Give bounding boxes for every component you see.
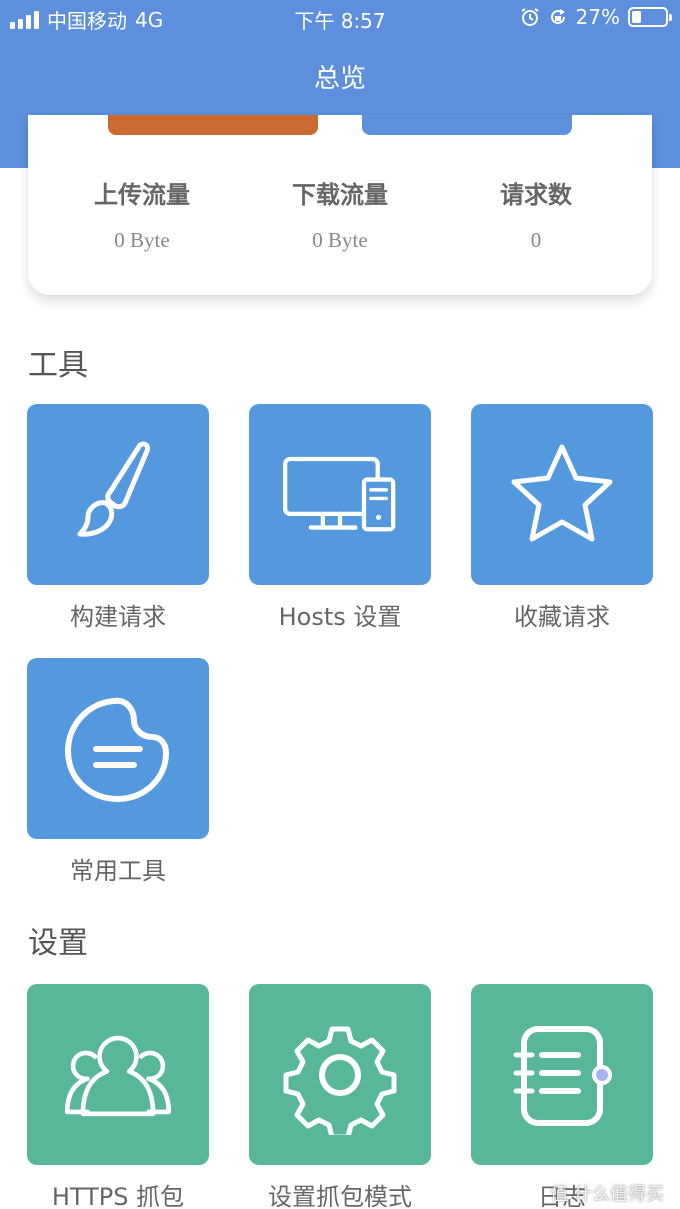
stat-download: 下载流量 0 Byte (236, 175, 444, 253)
tile-capture-mode[interactable]: 设置抓包模式 (249, 984, 431, 1209)
tile-common-tools[interactable]: 常用工具 (27, 658, 209, 886)
section-title-settings: 设置 (28, 926, 88, 961)
section-title-tools: 工具 (28, 348, 88, 383)
alarm-icon (520, 8, 539, 26)
desktop-computer-icon (283, 456, 396, 531)
chart-tab-upload[interactable] (108, 115, 318, 135)
stat-value: 0 Byte (114, 228, 170, 252)
tile-button[interactable] (27, 984, 209, 1165)
star-icon (511, 444, 613, 541)
tile-label: HTTPS 抓包 (51, 1183, 185, 1209)
tile-favorite-requests[interactable]: 收藏请求 (471, 404, 653, 632)
tile-label: 常用工具 (70, 857, 166, 885)
tile-label: Hosts 设置 (278, 603, 402, 631)
tile-build-request[interactable]: 构建请求 (27, 404, 209, 632)
tile-label: 设置抓包模式 (268, 1183, 412, 1209)
status-right: 27% (520, 5, 672, 29)
battery-percent: 27% (575, 5, 620, 29)
gear-icon (283, 1026, 397, 1135)
palette-icon (65, 697, 169, 802)
tile-hosts-settings[interactable]: Hosts 设置 (249, 404, 431, 632)
notebook-icon (513, 1025, 612, 1126)
battery-fill (632, 11, 641, 23)
users-icon (64, 1035, 172, 1116)
tile-button[interactable] (249, 404, 431, 585)
watermark: 值 什么值得买 (550, 1184, 664, 1205)
tile-label: 收藏请求 (514, 603, 610, 631)
stat-value: 0 Byte (312, 228, 368, 252)
stat-upload: 上传流量 0 Byte (38, 175, 246, 253)
tile-button[interactable] (471, 984, 653, 1165)
status-bar: 中国移动 4G 下午 8:57 27% (0, 0, 680, 36)
stat-label: 请求数 (500, 181, 572, 209)
stat-label: 下载流量 (292, 181, 388, 209)
battery-icon (628, 7, 672, 27)
tile-button[interactable] (471, 404, 653, 585)
tile-https-capture[interactable]: HTTPS 抓包 (27, 984, 209, 1209)
stat-requests: 请求数 0 (432, 175, 640, 253)
tile-button[interactable] (249, 984, 431, 1165)
tile-button[interactable] (27, 404, 209, 585)
tile-logs[interactable]: 日志 (471, 984, 653, 1209)
chart-tab-download[interactable] (362, 115, 572, 135)
tile-label: 构建请求 (70, 603, 166, 631)
traffic-summary-card: 上传流量 0 Byte 下载流量 0 Byte 请求数 0 (28, 115, 652, 295)
rotation-lock-icon (550, 9, 565, 24)
stat-value: 0 (530, 228, 542, 252)
tile-button[interactable] (27, 658, 209, 839)
paintbrush-icon (77, 440, 150, 537)
page-title: 总览 (313, 64, 366, 94)
stat-label: 上传流量 (94, 181, 190, 209)
